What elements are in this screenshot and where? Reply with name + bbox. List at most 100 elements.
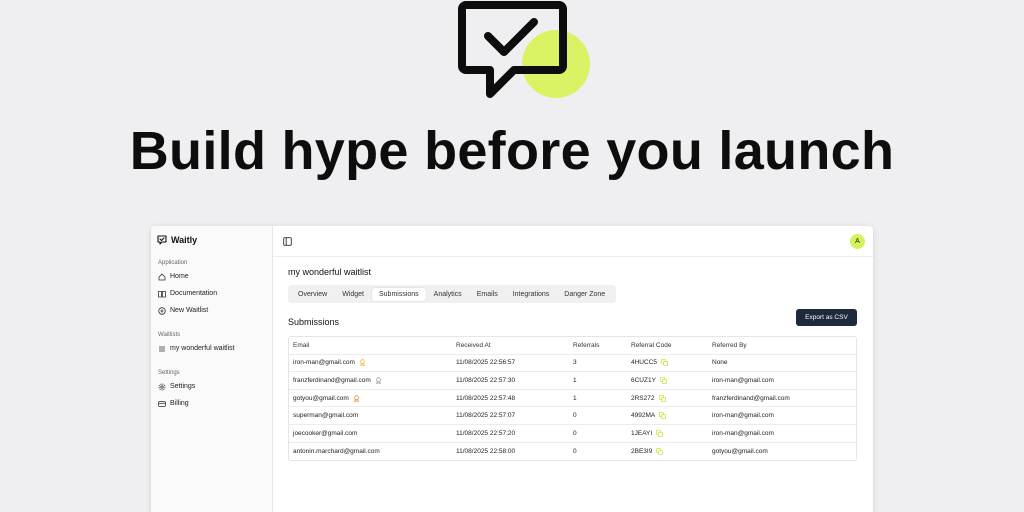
referral-code-text: 4992MA bbox=[631, 412, 656, 420]
email-text: joecooker@gmail.com bbox=[293, 429, 358, 437]
plus-circle-icon bbox=[158, 306, 166, 315]
home-icon bbox=[158, 272, 166, 281]
export-csv-button[interactable]: Export as CSV bbox=[796, 309, 857, 326]
column-header-referred-by[interactable]: Referred By bbox=[712, 342, 852, 349]
app-window: Waitly Application Home Documentation Ne… bbox=[151, 226, 873, 512]
email-text: iron-man@gmail.com bbox=[293, 359, 355, 367]
sidebar-item-label: New Waitlist bbox=[170, 307, 209, 314]
cell-email: gotyou@gmail.com bbox=[289, 395, 456, 402]
sidebar-item-new-waitlist[interactable]: New Waitlist bbox=[151, 302, 272, 319]
email-text: gotyou@gmail.com bbox=[293, 394, 349, 402]
cell-referral-code: 4HUCC5 bbox=[631, 359, 712, 366]
sidebar-item-documentation[interactable]: Documentation bbox=[151, 285, 272, 302]
cell-referrals: 3 bbox=[573, 359, 577, 367]
sidebar-group-settings: Settings bbox=[158, 370, 180, 376]
cell-referred-by: None bbox=[712, 359, 728, 367]
email-text: antonin.marchard@gmail.com bbox=[293, 447, 380, 455]
column-header-received-at[interactable]: Received At bbox=[456, 342, 573, 349]
cell-referrals: 1 bbox=[573, 394, 577, 402]
cell-referral-code: 6CUZ1Y bbox=[631, 377, 712, 384]
submissions-table: Email Received At Referrals Referral Cod… bbox=[288, 336, 857, 462]
cell-email: iron-man@gmail.com bbox=[289, 359, 456, 367]
avatar[interactable]: A bbox=[850, 234, 865, 249]
tab-analytics[interactable]: Analytics bbox=[427, 288, 469, 301]
table-row[interactable]: antonin.marchard@gmail.com 11/08/2025 22:… bbox=[289, 443, 856, 461]
main-content: A my wonderful waitlist Overview Widget … bbox=[273, 226, 873, 512]
email-text: superman@gmail.com bbox=[293, 412, 359, 420]
section-title: Submissions bbox=[288, 317, 340, 327]
book-icon bbox=[158, 290, 166, 298]
table-row[interactable]: superman@gmail.com 11/08/2025 22:57:07 0 49… bbox=[289, 407, 856, 425]
copy-icon[interactable] bbox=[660, 377, 667, 384]
sidebar-item-billing[interactable]: Billing bbox=[151, 395, 272, 412]
sidebar-group-waitlists: Waitlists bbox=[158, 332, 181, 338]
column-header-referral-code[interactable]: Referral Code bbox=[631, 342, 712, 349]
cell-referred-by: iron-man@gmail.com bbox=[712, 412, 774, 420]
cell-received-at: 11/08/2025 22:57:20 bbox=[456, 429, 516, 437]
tab-submissions[interactable]: Submissions bbox=[371, 287, 426, 301]
sidebar-item-label: Home bbox=[170, 273, 189, 280]
sidebar-item-settings[interactable]: Settings bbox=[151, 378, 272, 395]
sidebar-item-label: Settings bbox=[170, 383, 196, 390]
copy-icon[interactable] bbox=[661, 359, 668, 367]
cell-email: joecooker@gmail.com bbox=[289, 430, 456, 437]
hero-title: Build hype before you launch bbox=[129, 121, 895, 181]
column-header-email[interactable]: Email bbox=[289, 342, 456, 349]
referral-code-text: 2BE3I9 bbox=[631, 447, 653, 455]
cell-received-at: 11/08/2025 22:57:48 bbox=[456, 394, 516, 402]
cell-received-at: 11/08/2025 22:57:30 bbox=[456, 376, 516, 384]
page-title: my wonderful waitlist bbox=[288, 267, 372, 277]
table-row[interactable]: joecooker@gmail.com 11/08/2025 22:57:20 0 1… bbox=[289, 425, 856, 443]
tab-integrations[interactable]: Integrations bbox=[506, 288, 557, 301]
cell-referrals: 0 bbox=[573, 447, 577, 455]
topbar: A bbox=[273, 226, 873, 257]
cell-email: franzferdinand@gmail.com bbox=[289, 377, 456, 384]
cell-referral-code: 2BE3I9 bbox=[631, 448, 712, 455]
tab-widget[interactable]: Widget bbox=[335, 288, 371, 301]
cell-received-at: 11/08/2025 22:58:00 bbox=[456, 447, 516, 455]
tab-overview[interactable]: Overview bbox=[291, 288, 334, 301]
cell-referral-code: 1JEAYI bbox=[631, 430, 712, 437]
cell-referrals: 0 bbox=[573, 429, 577, 437]
tab-danger-zone[interactable]: Danger Zone bbox=[557, 288, 612, 301]
cell-referrals: 0 bbox=[573, 412, 577, 420]
copy-icon[interactable] bbox=[659, 412, 667, 420]
card-icon bbox=[158, 400, 166, 408]
cell-referred-by: iron-man@gmail.com bbox=[712, 429, 774, 437]
copy-icon[interactable] bbox=[658, 394, 666, 402]
sidebar-item-home[interactable]: Home bbox=[151, 268, 272, 285]
sidebar-item-label: Documentation bbox=[170, 290, 218, 297]
email-text: franzferdinand@gmail.com bbox=[293, 376, 371, 384]
referral-code-text: 4HUCC5 bbox=[631, 359, 658, 367]
tab-bar: Overview Widget Submissions Analytics Em… bbox=[288, 285, 617, 303]
cell-referred-by: franzferdinand@gmail.com bbox=[712, 394, 790, 402]
cell-referrals: 1 bbox=[573, 376, 577, 384]
table-row[interactable]: iron-man@gmail.com 11/08/2025 22:56:57 3 4H… bbox=[289, 355, 856, 373]
sidebar-item-my-wonderful-waitlist[interactable]: my wonderful waitlist bbox=[151, 340, 272, 357]
sidebar-toggle-icon[interactable] bbox=[283, 237, 292, 246]
column-header-referrals[interactable]: Referrals bbox=[573, 342, 631, 349]
silver-medal-icon bbox=[375, 377, 381, 384]
waitly-brand-icon bbox=[157, 235, 167, 245]
cell-email: superman@gmail.com bbox=[289, 412, 456, 419]
bronze-medal-icon bbox=[353, 394, 359, 402]
gold-medal-icon bbox=[360, 359, 365, 367]
tab-emails[interactable]: Emails bbox=[470, 288, 505, 301]
brand-name: Waitly bbox=[171, 235, 198, 245]
cell-referred-by: gotyou@gmail.com bbox=[712, 447, 768, 455]
cell-received-at: 11/08/2025 22:57:07 bbox=[456, 412, 516, 420]
sidebar-group-application: Application bbox=[158, 260, 188, 266]
sidebar: Waitly Application Home Documentation Ne… bbox=[151, 226, 273, 512]
list-icon bbox=[158, 345, 166, 353]
brand[interactable]: Waitly bbox=[151, 233, 272, 247]
copy-icon[interactable] bbox=[656, 429, 664, 437]
cell-referral-code: 2RS272 bbox=[631, 395, 712, 402]
referral-code-text: 2RS272 bbox=[631, 394, 655, 402]
cell-referral-code: 4992MA bbox=[631, 412, 712, 419]
sidebar-item-label: Billing bbox=[170, 400, 189, 407]
cell-received-at: 11/08/2025 22:56:57 bbox=[456, 359, 516, 367]
table-row[interactable]: gotyou@gmail.com 11/08/2025 22:57:48 1 2RS2… bbox=[289, 390, 856, 408]
table-row[interactable]: franzferdinand@gmail.com 11/08/2025 22:57… bbox=[289, 372, 856, 390]
copy-icon[interactable] bbox=[656, 447, 664, 455]
table-header-row: Email Received At Referrals Referral Cod… bbox=[289, 337, 856, 355]
